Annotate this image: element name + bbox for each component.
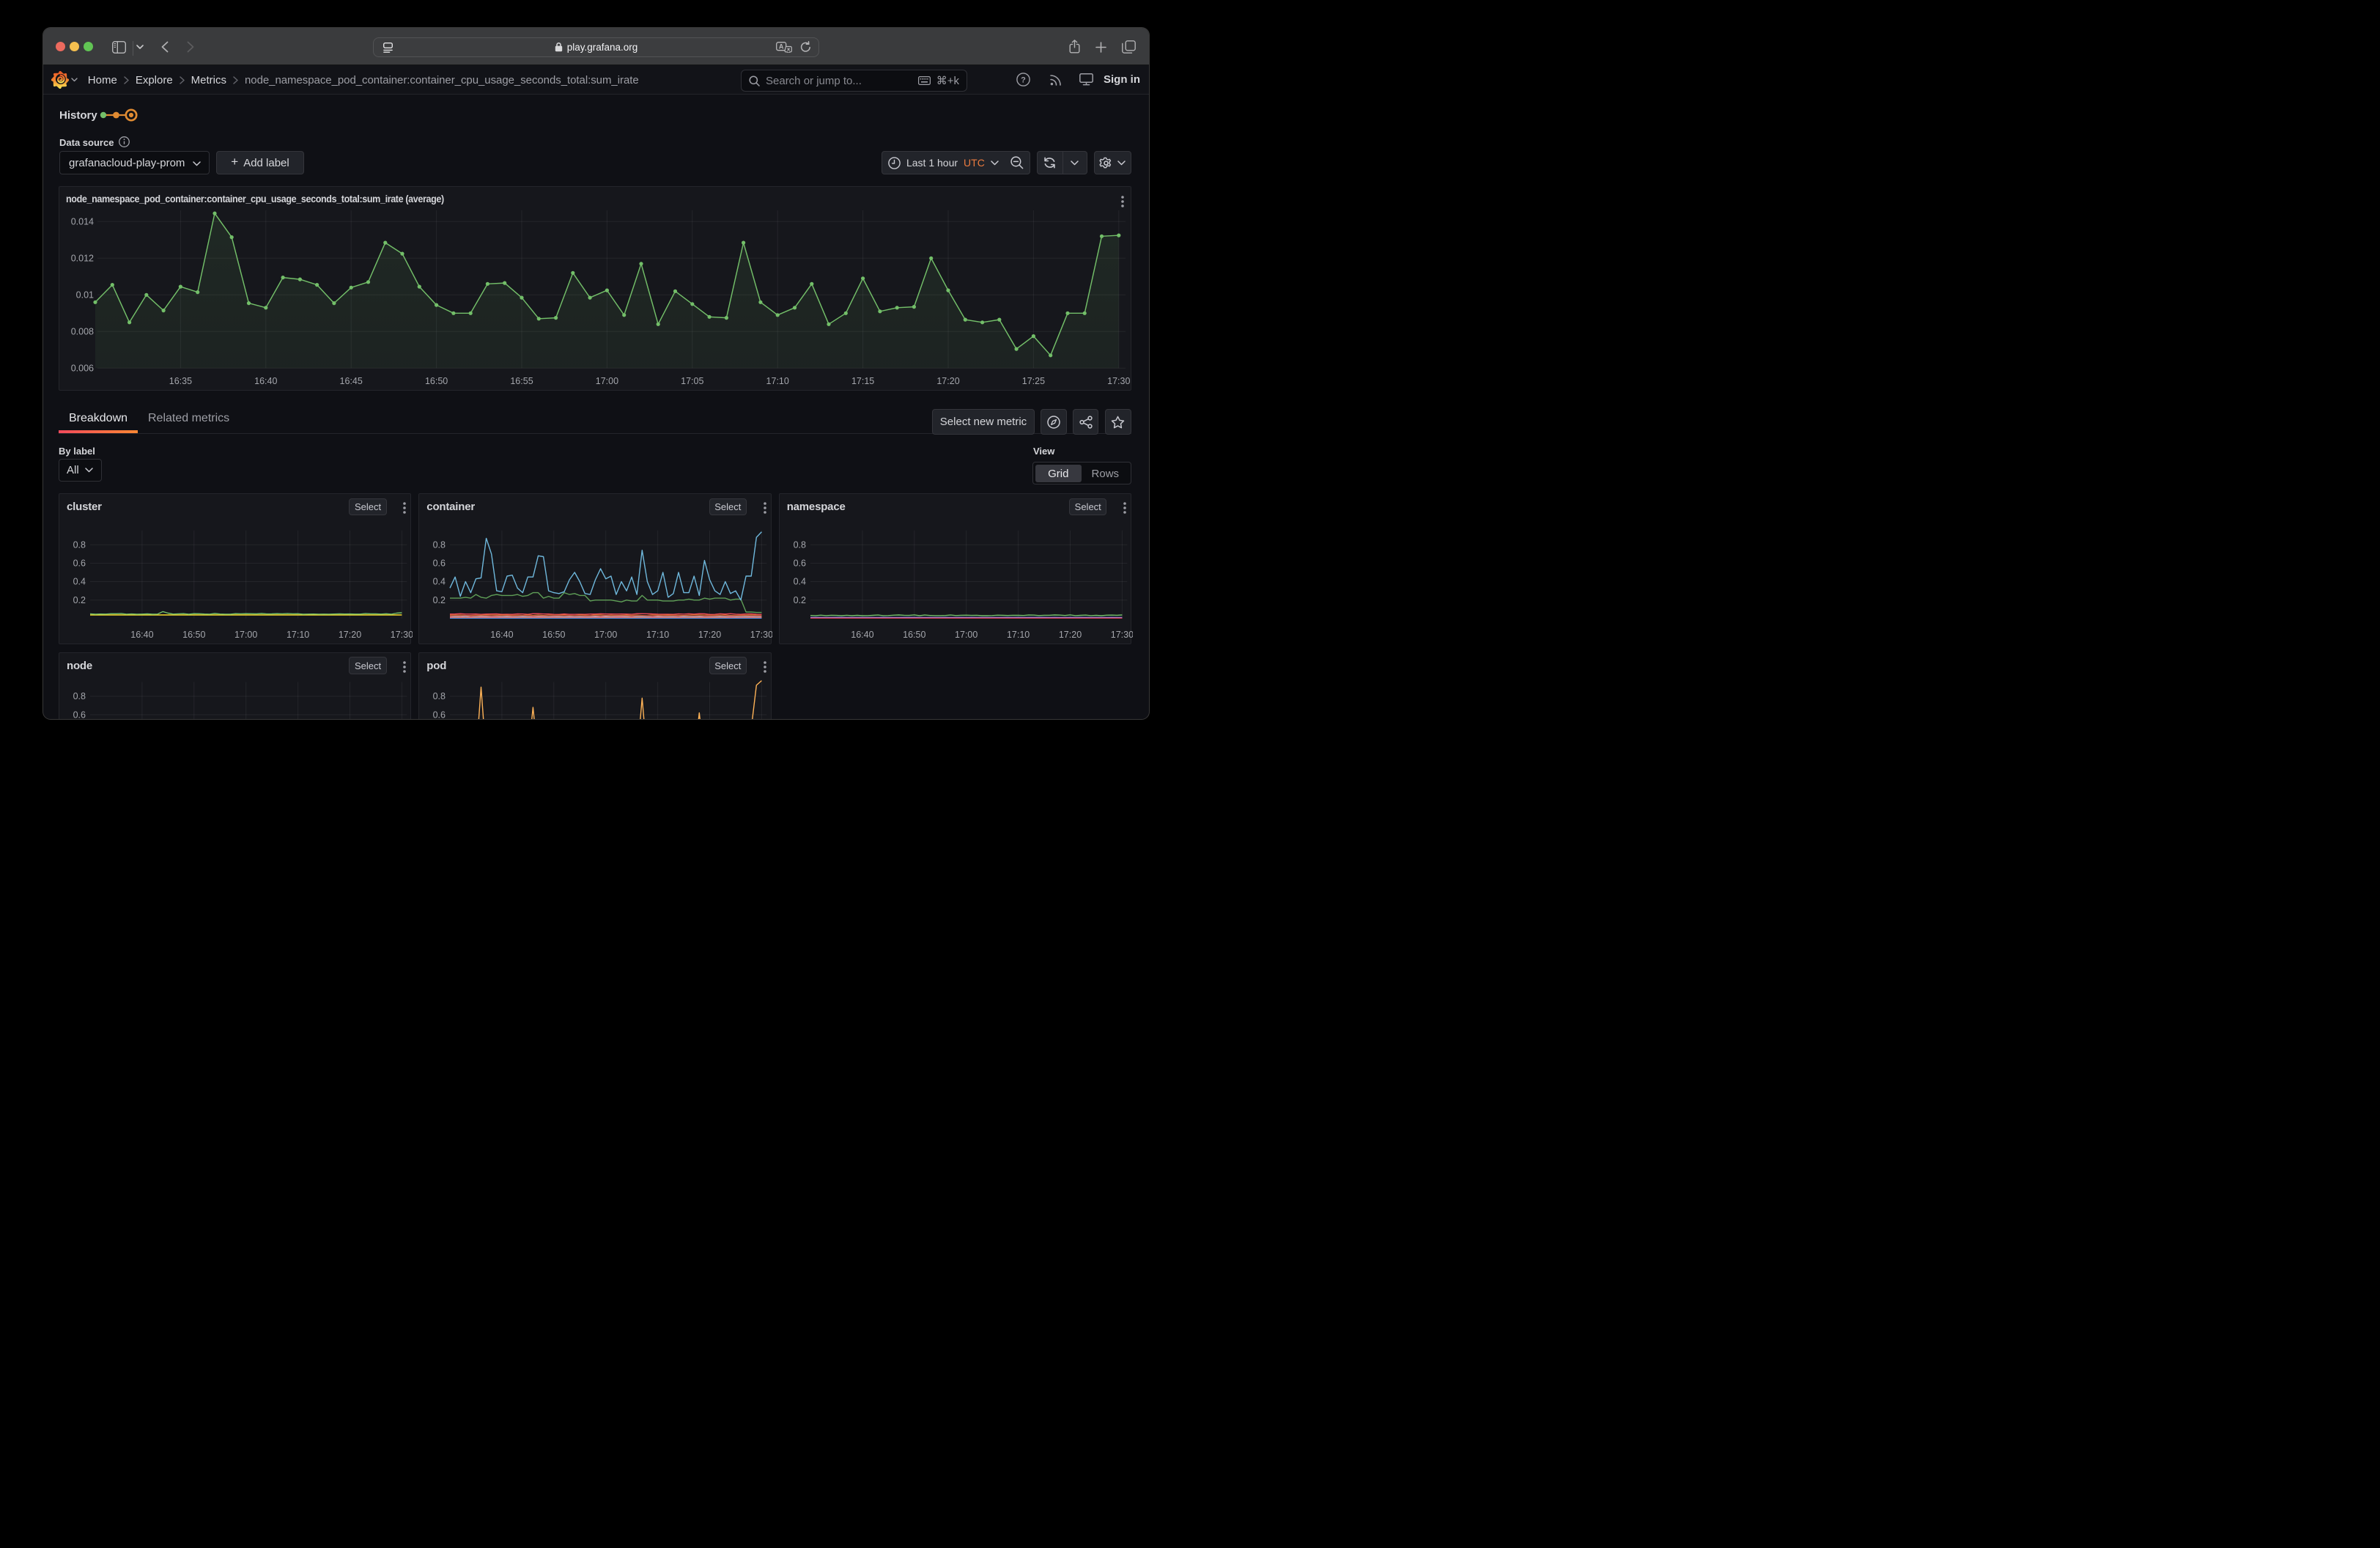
svg-text:17:25: 17:25 — [1022, 376, 1045, 386]
svg-text:0.6: 0.6 — [73, 710, 86, 719]
svg-text:16:50: 16:50 — [903, 630, 925, 640]
svg-text:16:50: 16:50 — [425, 376, 448, 386]
svg-text:0.2: 0.2 — [793, 595, 805, 605]
svg-text:16:50: 16:50 — [182, 630, 205, 640]
svg-text:17:00: 17:00 — [234, 630, 257, 640]
svg-text:16:40: 16:40 — [851, 630, 873, 640]
svg-text:17:30: 17:30 — [750, 630, 772, 640]
svg-text:0.4: 0.4 — [433, 577, 446, 587]
svg-text:17:10: 17:10 — [766, 376, 789, 386]
svg-text:0.014: 0.014 — [71, 217, 94, 227]
svg-text:0.6: 0.6 — [433, 559, 446, 569]
svg-text:17:00: 17:00 — [955, 630, 978, 640]
svg-text:0.8: 0.8 — [793, 540, 805, 550]
svg-text:17:20: 17:20 — [698, 630, 721, 640]
svg-text:0.8: 0.8 — [73, 540, 86, 550]
svg-text:A: A — [779, 43, 784, 50]
svg-text:0.6: 0.6 — [433, 710, 446, 719]
svg-text:0.8: 0.8 — [433, 691, 446, 701]
svg-text:17:30: 17:30 — [391, 630, 413, 640]
svg-text:17:10: 17:10 — [646, 630, 669, 640]
svg-text:16:40: 16:40 — [254, 376, 277, 386]
svg-text:16:50: 16:50 — [542, 630, 565, 640]
svg-text:0.2: 0.2 — [433, 595, 446, 605]
svg-text:17:30: 17:30 — [1107, 376, 1130, 386]
svg-text:0.2: 0.2 — [73, 595, 86, 605]
svg-text:17:10: 17:10 — [1007, 630, 1030, 640]
svg-text:0.6: 0.6 — [73, 559, 86, 569]
svg-text:16:45: 16:45 — [340, 376, 363, 386]
svg-text:0.4: 0.4 — [793, 577, 805, 587]
svg-text:0.012: 0.012 — [71, 254, 94, 264]
svg-text:0.006: 0.006 — [71, 364, 94, 374]
svg-text:17:05: 17:05 — [681, 376, 703, 386]
svg-text:0.8: 0.8 — [433, 540, 446, 550]
svg-text:16:40: 16:40 — [130, 630, 153, 640]
svg-text:?: ? — [1021, 75, 1026, 84]
svg-text:0.6: 0.6 — [793, 559, 805, 569]
svg-text:17:20: 17:20 — [339, 630, 361, 640]
svg-text:0.8: 0.8 — [73, 691, 86, 701]
svg-text:17:15: 17:15 — [851, 376, 874, 386]
svg-text:0.4: 0.4 — [73, 577, 86, 587]
svg-text:17:00: 17:00 — [594, 630, 617, 640]
svg-text:0.01: 0.01 — [76, 290, 94, 301]
svg-text:17:00: 17:00 — [596, 376, 618, 386]
svg-text:0.008: 0.008 — [71, 327, 94, 337]
svg-text:17:30: 17:30 — [1110, 630, 1132, 640]
svg-text:16:35: 16:35 — [169, 376, 192, 386]
svg-text:17:20: 17:20 — [936, 376, 959, 386]
svg-text:17:20: 17:20 — [1059, 630, 1082, 640]
svg-text:16:55: 16:55 — [510, 376, 533, 386]
svg-text:17:10: 17:10 — [287, 630, 309, 640]
svg-text:16:40: 16:40 — [491, 630, 514, 640]
